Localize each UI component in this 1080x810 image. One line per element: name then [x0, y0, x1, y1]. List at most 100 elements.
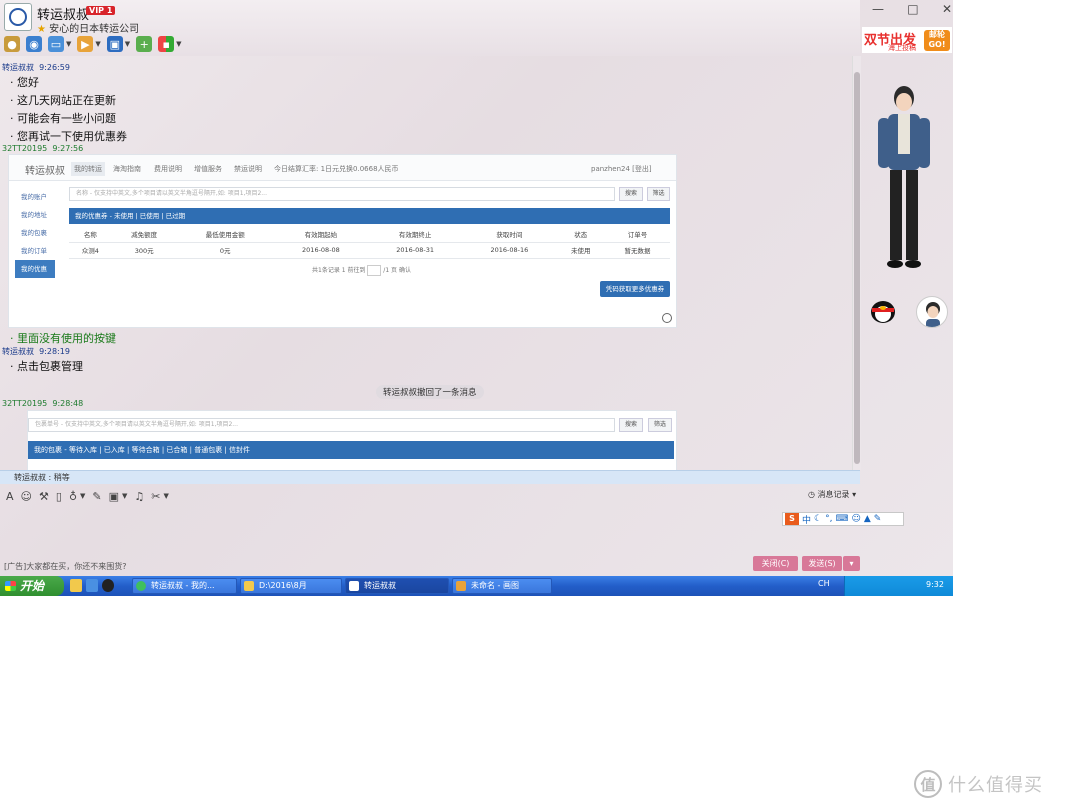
chevron-down-icon[interactable]: ▼ — [66, 40, 71, 48]
chevron-down-icon[interactable]: ▼ — [125, 40, 130, 48]
add-group-icon[interactable]: + — [136, 36, 153, 52]
chevron-down-icon[interactable]: ▼ — [164, 492, 169, 500]
task-folder[interactable]: D:\2016\8月 — [240, 578, 342, 594]
language-indicator[interactable]: CH — [818, 579, 830, 588]
user-login: panzhen24 [登出] — [591, 165, 652, 173]
voice-icon[interactable]: ♁ — [69, 490, 77, 503]
chevron-down-icon[interactable]: ▼ — [176, 40, 181, 48]
image-icon[interactable]: ▣ — [109, 490, 119, 503]
sidebar-item: 我的订单 — [21, 247, 47, 255]
chevron-down-icon[interactable]: ▼ — [95, 40, 100, 48]
my-avatar[interactable] — [916, 296, 948, 328]
ad-text[interactable]: [广告]大家都在买，你还不来围货? — [4, 561, 127, 572]
message-text: · 可能会有一些小问题 — [10, 112, 116, 125]
video-call-icon[interactable]: ◉ — [26, 36, 42, 52]
edit-icon[interactable]: ✎ — [92, 490, 101, 503]
message-text: · 这几天网站正在更新 — [10, 94, 116, 107]
coupon-search: 名称 - 仅支持中英文,多个项目请以英文半角逗号隔开,如: 项目1,项目2... — [69, 187, 615, 201]
promo-banner[interactable]: 双节出发 海上投稿 邮轮GO! — [862, 27, 952, 53]
font-icon[interactable]: A — [6, 490, 14, 503]
chat-history[interactable]: 转运叔叔 9:26:59 · 您好 · 这几天网站正在更新 · 可能会有一些小问… — [0, 56, 852, 470]
nav-item: 费用说明 — [154, 165, 182, 173]
task-chat-window[interactable]: 转运叔叔 - 我的... — [132, 578, 237, 594]
ie-icon[interactable] — [86, 579, 98, 592]
keyboard-icon[interactable]: ⌨ — [835, 514, 848, 524]
windows-taskbar: 开始 转运叔叔 - 我的... D:\2016\8月 转运叔叔 未命名 - 画图 — [0, 576, 953, 596]
message-header: 转运叔叔 9:26:59 — [2, 63, 70, 72]
scissors-icon[interactable]: ✂ — [151, 490, 160, 503]
message-text: · 您好 — [10, 76, 39, 89]
punctuation-icon[interactable]: °, — [825, 514, 832, 524]
shake-icon[interactable]: ⚒ — [39, 490, 49, 503]
remote-desktop-icon[interactable]: ▣ — [106, 36, 123, 52]
watermark: 值 什么值得买 — [914, 768, 1043, 800]
coupon-table: 名称 减免额度 最低使用金额 有效期起始 有效期终止 获取时间 状态 订单号 众测4 300元… — [69, 226, 670, 259]
message-header: 转运叔叔 9:28:19 — [2, 347, 70, 356]
message-history-button[interactable]: ◷ 消息记录 ▾ — [808, 489, 856, 500]
chat-scrollbar[interactable] — [852, 56, 861, 470]
close-icon[interactable]: ✕ — [942, 2, 952, 16]
moon-icon[interactable]: ☾ — [814, 514, 822, 524]
contact-avatar[interactable] — [4, 3, 32, 31]
nav-item: 我的转运 — [71, 162, 105, 176]
promo-go: 邮轮GO! — [924, 30, 950, 51]
send-options-button[interactable]: ▾ — [843, 556, 860, 571]
qq-chat-window: 转运叔叔 VIP 1 ★ 安心的日本转运公司 ● ◉ ▭ ▼ ▶ ▼ ▣ ▼ + ▪ ▼… — [0, 0, 953, 596]
message-header: 32TT20195 9:28:48 — [2, 399, 84, 408]
site-sidebar: 我的账户 我的地址 我的包裹 我的订单 我的优惠 — [15, 188, 55, 278]
package-page-screenshot[interactable]: 包裹单号 - 仅支持中英文,多个项目请以英文半角逗号隔开,如: 项目1,项目2.… — [27, 410, 677, 470]
message-text: · 您再试一下使用优惠券 — [10, 130, 127, 143]
task-chat[interactable]: 转运叔叔 — [345, 578, 449, 594]
zoom-icon[interactable] — [662, 313, 672, 323]
promo-subtitle: 海上投稿 — [888, 44, 916, 52]
gif-icon[interactable]: ▯ — [56, 490, 62, 503]
message-header: 32TT20195 9:27:56 — [2, 144, 84, 153]
window-controls: — □ ✕ — [872, 2, 952, 16]
screen-share-icon[interactable]: ▭ — [48, 36, 64, 52]
table-row: 众测4 300元 0元 2016-08-08 2016-08-31 2016-08-16… — [69, 242, 670, 259]
file-transfer-icon[interactable]: ▶ — [77, 36, 94, 52]
get-more-coupons-button: 凭码获取更多优惠券 — [600, 281, 670, 297]
quick-launch — [70, 579, 114, 592]
chat-toolbar: ● ◉ ▭ ▼ ▶ ▼ ▣ ▼ + ▪ ▼ — [4, 35, 182, 53]
package-tabs: 我的包裹 - 等待入库 | 已入库 | 等待合箱 | 已合箱 | 普通包裹 | … — [28, 441, 674, 459]
coupon-tabs: 我的优惠券 - 未使用 | 已使用 | 已过期 — [69, 208, 670, 224]
user-icon[interactable]: ☺ — [851, 514, 860, 524]
vip-badge[interactable]: VIP 1 — [86, 6, 116, 15]
nav-item: 海淘指南 — [113, 165, 141, 173]
send-button[interactable]: 发送(S) — [802, 556, 842, 571]
qq-penguin-icon[interactable] — [868, 296, 898, 324]
site-logo: 转运叔叔 — [25, 166, 65, 177]
sidebar-item-active: 我的优惠 — [15, 260, 55, 278]
windows-logo-icon — [5, 581, 16, 591]
microphone-icon[interactable]: ● — [4, 36, 20, 52]
sidebar-item: 我的地址 — [21, 211, 47, 219]
music-icon[interactable]: ♫ — [134, 490, 144, 503]
chevron-down-icon[interactable]: ▼ — [122, 492, 127, 500]
avatar-show-figure — [878, 86, 930, 268]
search-button: 搜索 — [619, 187, 643, 201]
qq-icon[interactable] — [102, 579, 114, 592]
right-panel: 双节出发 海上投稿 邮轮GO! — [862, 24, 952, 576]
task-paint[interactable]: 未命名 - 画图 — [452, 578, 552, 594]
signature-text: 安心的日本转运公司 — [49, 24, 140, 35]
minimize-icon[interactable]: — — [872, 2, 884, 16]
chevron-down-icon[interactable]: ▼ — [80, 492, 85, 500]
chat-header: 转运叔叔 VIP 1 ★ 安心的日本转运公司 ● ◉ ▭ ▼ ▶ ▼ ▣ ▼ + ▪ ▼ — [0, 0, 860, 56]
maximize-icon[interactable]: □ — [907, 2, 918, 16]
site-topbar: 转运叔叔 我的转运 海淘指南 费用说明 增值服务 禁运说明 今日结算汇率: 1日… — [9, 155, 676, 181]
coupon-page-screenshot[interactable]: 转运叔叔 我的转运 海淘指南 费用说明 增值服务 禁运说明 今日结算汇率: 1日… — [8, 154, 677, 328]
emoji-icon[interactable]: ☺ — [21, 490, 32, 503]
start-button[interactable]: 开始 — [0, 576, 64, 596]
message-text: · 里面没有使用的按键 — [10, 332, 116, 345]
close-button[interactable]: 关闭(C) — [753, 556, 798, 571]
taskbar-clock[interactable]: 9:32 — [926, 580, 944, 589]
ime-mode[interactable]: 中 — [802, 513, 811, 526]
explorer-icon[interactable] — [70, 579, 82, 592]
watermark-text: 什么值得买 — [948, 775, 1043, 796]
sogou-logo-icon: S — [785, 513, 799, 525]
nav-item: 禁运说明 — [234, 165, 262, 173]
exchange-rate: 今日结算汇率: 1日元兑换0.0668人民币 — [274, 165, 399, 173]
apps-icon[interactable]: ▪ — [158, 36, 175, 52]
package-search: 包裹单号 - 仅支持中英文,多个项目请以英文半角逗号隔开,如: 项目1,项目2.… — [28, 418, 615, 432]
